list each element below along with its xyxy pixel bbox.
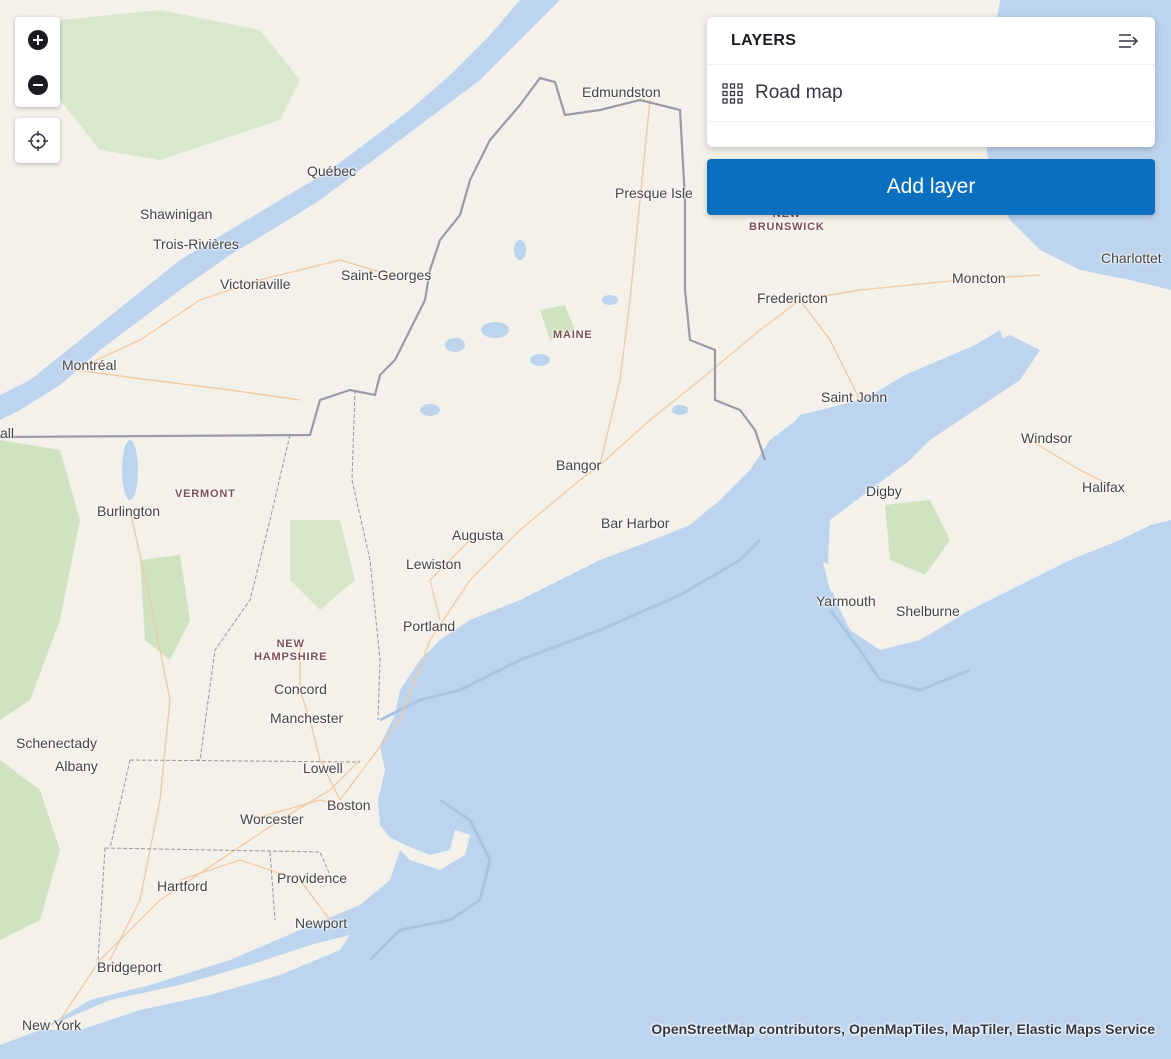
state-label-maine: MAINE: [553, 329, 593, 341]
zoom-out-button[interactable]: [15, 62, 60, 107]
city-label-providence: Providence: [277, 870, 348, 886]
layers-panel: LAYERS Road map: [707, 17, 1155, 147]
plus-icon: [27, 29, 48, 50]
city-label-fredericton: Fredericton: [757, 290, 828, 306]
city-label-bar-harbor: Bar Harbor: [601, 515, 670, 531]
city-label-newport: Newport: [295, 915, 348, 931]
add-layer-button[interactable]: Add layer: [707, 159, 1155, 215]
city-label-worcester: Worcester: [240, 811, 304, 827]
locate-control: [15, 118, 60, 163]
city-label-cut: all: [0, 425, 15, 441]
city-label-digby: Digby: [866, 483, 902, 499]
city-label-quebec: Québec: [307, 163, 357, 179]
city-label-edmundston: Edmundston: [582, 84, 661, 100]
city-label-victoriaville: Victoriaville: [220, 276, 291, 292]
city-label-trois-rivieres: Trois-Rivières: [153, 236, 239, 252]
city-label-manchester: Manchester: [270, 710, 344, 726]
state-label-new-hampshire: NEW HAMPSHIRE: [254, 638, 327, 664]
city-label-shawinigan: Shawinigan: [140, 206, 213, 222]
grid-icon: [722, 82, 743, 104]
city-label-schenectady: Schenectady: [16, 735, 97, 751]
city-label-lewiston: Lewiston: [406, 556, 462, 572]
city-label-new-york: New York: [22, 1017, 82, 1033]
city-label-hartford: Hartford: [157, 878, 208, 894]
minus-icon: [27, 74, 48, 95]
crosshair-icon: [27, 130, 48, 151]
city-label-bridgeport: Bridgeport: [97, 959, 162, 975]
city-label-albany: Albany: [55, 758, 98, 774]
city-label-concord: Concord: [274, 681, 327, 697]
region-label-line: BRUNSWICK: [749, 221, 825, 233]
city-label-shelburne: Shelburne: [896, 603, 960, 619]
city-label-saint-john: Saint John: [821, 389, 888, 405]
region-label-line: NEW: [276, 638, 305, 650]
layers-title: LAYERS: [731, 31, 797, 49]
locate-button[interactable]: [15, 118, 60, 163]
city-label-montreal: Montréal: [62, 357, 117, 373]
region-label-line: HAMPSHIRE: [254, 651, 328, 663]
city-label-boston: Boston: [327, 797, 371, 813]
city-label-augusta: Augusta: [452, 527, 504, 543]
city-label-windsor: Windsor: [1021, 430, 1073, 446]
zoom-controls: [15, 17, 60, 107]
city-label-lowell: Lowell: [303, 760, 343, 776]
city-label-yarmouth: Yarmouth: [816, 593, 876, 609]
city-label-moncton: Moncton: [952, 270, 1006, 286]
city-label-saint-georges: Saint-Georges: [341, 267, 432, 283]
layers-header: LAYERS: [707, 17, 1155, 65]
city-label-portland: Portland: [403, 618, 456, 634]
zoom-in-button[interactable]: [15, 17, 60, 62]
city-label-presque-isle: Presque Isle: [615, 185, 693, 201]
state-label-vermont: VERMONT: [175, 488, 236, 500]
city-label-burlington: Burlington: [97, 503, 161, 519]
map-attribution: OpenStreetMap contributors, OpenMapTiles…: [651, 1021, 1155, 1037]
collapse-panel-icon[interactable]: [1117, 32, 1141, 50]
city-label-halifax: Halifax: [1082, 479, 1125, 495]
layer-name: Road map: [755, 82, 843, 103]
city-label-charlottetown: Charlottet: [1101, 250, 1162, 266]
layer-item-road-map[interactable]: Road map: [707, 65, 1155, 122]
city-label-bangor: Bangor: [556, 457, 602, 473]
